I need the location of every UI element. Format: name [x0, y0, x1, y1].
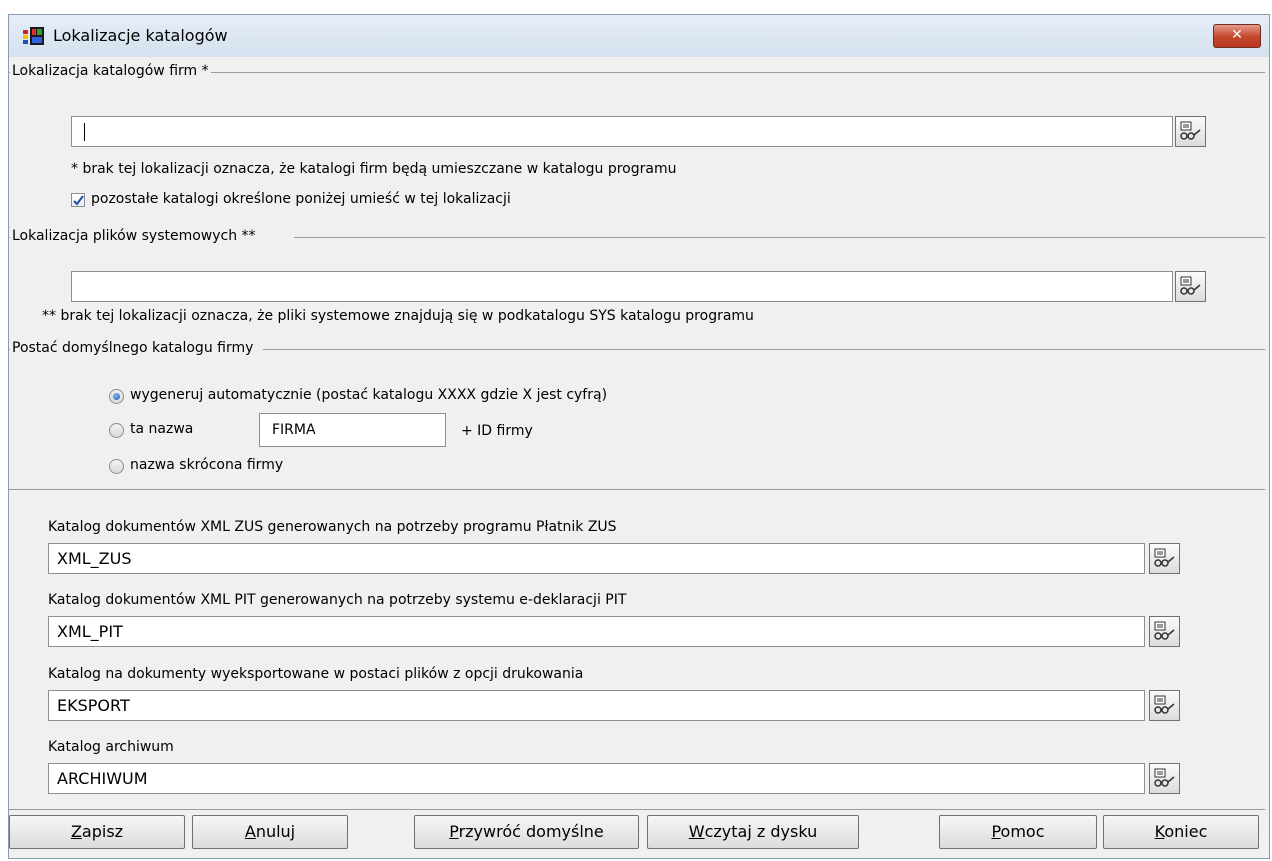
browse-system-files-button[interactable]	[1175, 271, 1206, 302]
browse-archive-button[interactable]	[1149, 763, 1180, 794]
id-suffix-label: + ID firmy	[461, 423, 533, 439]
group-title-system-files: Lokalizacja plików systemowych **	[10, 228, 294, 244]
xml-pit-path-input[interactable]: XML_PIT	[48, 616, 1145, 647]
place-other-catalogs-label: pozostałe katalogi określone poniżej umi…	[91, 191, 511, 207]
browse-folder-icon	[1154, 768, 1175, 787]
radio-short-name-label: nazwa skrócona firmy	[130, 457, 284, 473]
browse-xml-zus-button[interactable]	[1149, 543, 1180, 574]
radio-this-name-label: ta nazwa	[130, 421, 194, 437]
place-other-catalogs-checkbox[interactable]	[71, 193, 85, 207]
window-title: Lokalizacje katalogów	[53, 26, 228, 45]
firm-name-input[interactable]: FIRMA	[259, 413, 446, 447]
load-from-disk-button[interactable]: Wczytaj z dysku	[647, 815, 859, 849]
system-files-path-input[interactable]	[71, 271, 1173, 302]
restore-defaults-button[interactable]: Przywróć domyślne	[414, 815, 639, 849]
firm-catalog-note: * brak tej lokalizacji oznacza, że katal…	[71, 161, 677, 177]
radio-short-name[interactable]	[109, 459, 124, 474]
browse-xml-pit-button[interactable]	[1149, 616, 1180, 647]
catalog-label-xml-zus: Katalog dokumentów XML ZUS generowanych …	[48, 519, 617, 535]
radio-auto-generate-label: wygeneruj automatycznie (postać katalogu…	[130, 387, 608, 403]
close-button[interactable]: ✕	[1213, 24, 1261, 48]
checkmark-icon	[73, 195, 84, 206]
text-caret	[84, 123, 85, 141]
title-bar: Lokalizacje katalogów ✕	[9, 15, 1269, 58]
archive-path-input[interactable]: ARCHIWUM	[48, 763, 1145, 794]
save-button[interactable]: Zapisz	[9, 815, 185, 849]
catalog-label-xml-pit: Katalog dokumentów XML PIT generowanych …	[48, 592, 627, 608]
browse-firm-catalog-button[interactable]	[1175, 116, 1206, 147]
xml-zus-path-input[interactable]: XML_ZUS	[48, 543, 1145, 574]
group-title-firm-catalogs: Lokalizacja katalogów firm *	[10, 63, 211, 79]
dialog-content: Lokalizacja katalogów firm * * brak tej …	[9, 57, 1269, 858]
system-files-note: ** brak tej lokalizacji oznacza, że plik…	[42, 308, 754, 324]
app-icon	[23, 27, 44, 45]
dialog-window: Lokalizacje katalogów ✕ Lokalizacja kata…	[8, 14, 1270, 859]
firm-catalog-path-input[interactable]	[71, 116, 1173, 147]
catalog-label-archive: Katalog archiwum	[48, 739, 174, 755]
group-separator	[9, 489, 1265, 490]
cancel-button[interactable]: Anuluj	[192, 815, 348, 849]
export-path-input[interactable]: EKSPORT	[48, 690, 1145, 721]
end-button[interactable]: Koniec	[1103, 815, 1259, 849]
catalog-label-export: Katalog na dokumenty wyeksportowane w po…	[48, 666, 584, 682]
help-button[interactable]: Pomoc	[939, 815, 1097, 849]
browse-folder-icon	[1180, 276, 1201, 295]
browse-folder-icon	[1154, 695, 1175, 714]
group-title-default-firm-catalog: Postać domyślnego katalogu firmy	[10, 340, 264, 356]
group-separator	[9, 809, 1265, 810]
radio-auto-generate[interactable]	[109, 389, 124, 404]
close-icon: ✕	[1231, 27, 1243, 43]
radio-this-name[interactable]	[109, 423, 124, 438]
browse-folder-icon	[1154, 548, 1175, 567]
browse-folder-icon	[1180, 121, 1201, 140]
browse-export-button[interactable]	[1149, 690, 1180, 721]
browse-folder-icon	[1154, 621, 1175, 640]
